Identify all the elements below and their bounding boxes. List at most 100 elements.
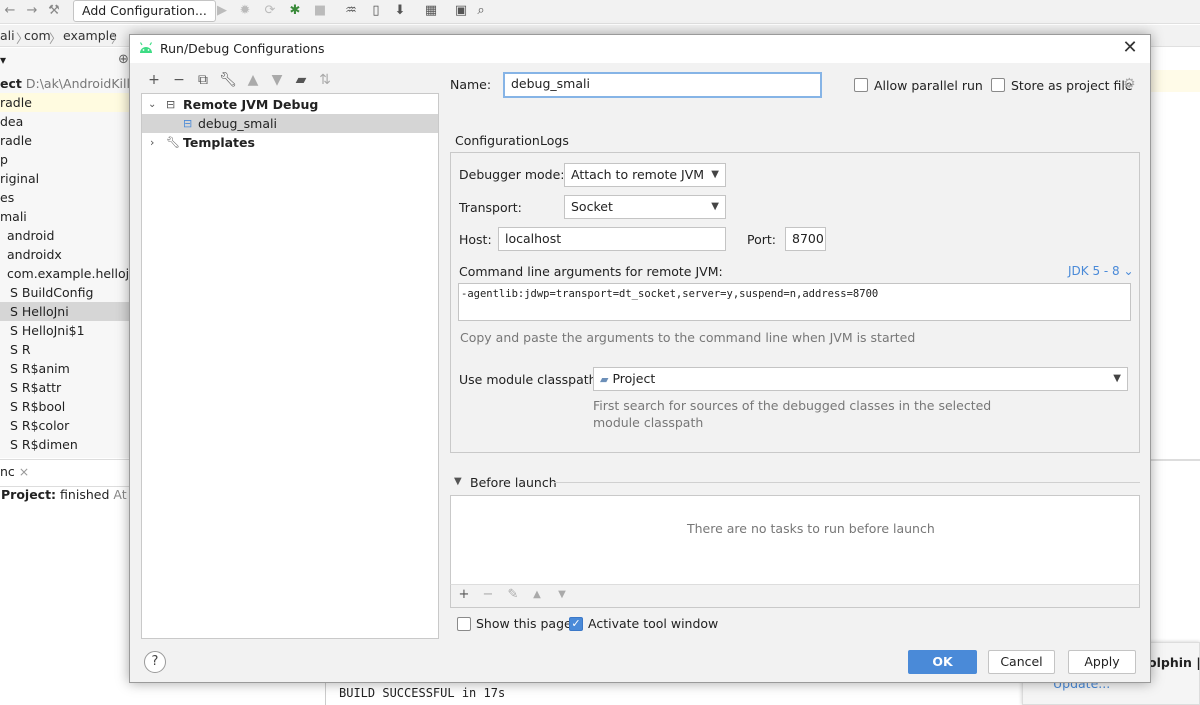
tree-item[interactable]: S HelloJni$1 <box>0 321 130 340</box>
name-field[interactable]: debug_smali <box>503 72 822 98</box>
attach-debugger-icon[interactable]: ✱ <box>287 3 303 19</box>
move-up-icon[interactable]: ▲ <box>244 71 262 89</box>
show-page-label[interactable]: Show this page <box>476 616 572 631</box>
debugger-mode-label: Debugger mode: <box>459 167 565 182</box>
transport-value: Socket <box>571 199 613 214</box>
activate-tool-window-checkbox[interactable]: ✓ <box>569 617 583 631</box>
tree-group-templates[interactable]: › 🔧︎ Templates <box>142 133 438 152</box>
tree-item[interactable]: S R$bool <box>0 397 130 416</box>
collapse-icon[interactable]: ▼ <box>454 476 462 487</box>
gear-icon[interactable]: ⚙ <box>1123 76 1136 92</box>
breadcrumb-item[interactable]: example <box>63 28 117 43</box>
move-down-icon[interactable]: ▼ <box>268 71 286 89</box>
project-structure-icon[interactable]: ▦ <box>423 3 439 19</box>
search-icon[interactable]: ⌕ <box>473 3 489 19</box>
add-icon[interactable]: + <box>456 587 472 603</box>
dialog-title: Run/Debug Configurations <box>160 41 325 56</box>
ide-toolbar: ← → ⚒ Add Configuration... ▶ ✹ ⟳ ✱ ■ ♒ ▯… <box>0 0 1200 24</box>
tree-item[interactable]: com.example.hellojni <box>0 264 130 283</box>
sync-gradle-icon[interactable]: ♒ <box>343 3 359 19</box>
forward-arrow-icon[interactable]: → <box>24 3 40 19</box>
store-project-label[interactable]: Store as project file <box>1011 78 1133 93</box>
tree-item[interactable]: dea <box>0 112 130 131</box>
copy-icon[interactable]: ⧉ <box>194 71 212 89</box>
folder-icon[interactable]: ▰ <box>292 71 310 89</box>
module-classpath-value: Project <box>612 371 656 386</box>
dialog-title-bar: Run/Debug Configurations ✕ <box>130 35 1150 63</box>
tree-item[interactable]: radle <box>0 93 130 112</box>
tree-group-label: Remote JVM Debug <box>183 97 319 112</box>
tab-logs[interactable]: Logs <box>535 127 574 155</box>
sort-icon[interactable]: ⇅ <box>316 71 334 89</box>
breadcrumb-item[interactable]: com <box>24 28 51 43</box>
chevron-down-icon[interactable]: ⌄ <box>148 95 156 114</box>
ok-button[interactable]: OK <box>908 650 977 674</box>
project-root-row[interactable]: ect D:\ak\AndroidKiller_ <box>0 74 130 93</box>
port-label: Port: <box>747 232 776 247</box>
back-arrow-icon[interactable]: ← <box>2 3 18 19</box>
tree-item[interactable]: p <box>0 150 130 169</box>
layout-inspector-icon[interactable]: ▣ <box>453 3 469 19</box>
add-configuration-button[interactable]: Add Configuration... <box>73 0 216 22</box>
tree-item[interactable]: S BuildConfig <box>0 283 130 302</box>
android-icon <box>139 42 153 53</box>
tree-item[interactable]: riginal <box>0 169 130 188</box>
chevron-down-icon: ⌄ <box>1123 264 1134 278</box>
show-page-checkbox[interactable] <box>457 617 471 631</box>
move-up-icon[interactable]: ▲ <box>529 587 545 603</box>
remove-icon[interactable]: − <box>480 587 496 603</box>
wrench-icon[interactable]: 🔧︎ <box>219 71 237 89</box>
port-field[interactable]: 8700 <box>785 227 826 251</box>
edit-pencil-icon[interactable]: ✎ <box>505 587 521 603</box>
chevron-right-icon[interactable]: › <box>150 133 154 152</box>
tree-item-label: debug_smali <box>198 116 277 131</box>
activate-tool-window-label[interactable]: Activate tool window <box>588 616 718 631</box>
close-icon[interactable]: ✕ <box>1120 38 1140 58</box>
add-icon[interactable]: + <box>145 71 163 89</box>
tree-item[interactable]: S HelloJni <box>0 302 130 321</box>
move-down-icon[interactable]: ▼ <box>554 587 570 603</box>
transport-select[interactable]: Socket ▼ <box>564 195 726 219</box>
cancel-button[interactable]: Cancel <box>988 650 1055 674</box>
tree-item[interactable]: S R$anim <box>0 359 130 378</box>
debug-icon[interactable]: ✹ <box>237 3 253 19</box>
breadcrumb-item[interactable]: ali <box>0 28 15 43</box>
tree-item[interactable]: androidx <box>0 245 130 264</box>
tree-item[interactable]: radle <box>0 131 130 150</box>
breadcrumb-separator: 〉 <box>49 31 62 46</box>
tree-item[interactable]: S R$attr <box>0 378 130 397</box>
help-button[interactable]: ? <box>144 651 166 673</box>
sdk-manager-icon[interactable]: ⬇ <box>392 3 408 19</box>
profile-icon[interactable]: ⟳ <box>262 3 278 19</box>
host-field[interactable]: localhost <box>498 227 726 251</box>
remove-icon[interactable]: − <box>170 71 188 89</box>
sync-tab[interactable]: nc × <box>0 464 29 479</box>
dropdown-caret-icon[interactable]: ▾ <box>0 53 6 67</box>
tree-item-debug-smali[interactable]: ⊟ debug_smali <box>142 114 438 133</box>
locate-icon[interactable]: ⊕ <box>118 52 129 67</box>
dropdown-caret-icon: ▼ <box>1113 373 1121 384</box>
dropdown-caret-icon: ▼ <box>711 169 719 180</box>
run-icon[interactable]: ▶ <box>214 3 230 19</box>
before-launch-label[interactable]: Before launch <box>470 475 557 490</box>
tree-item[interactable]: S R$dimen <box>0 435 130 454</box>
build-hammer-icon[interactable]: ⚒ <box>46 3 62 19</box>
tree-item[interactable]: S R <box>0 340 130 359</box>
stop-icon[interactable]: ■ <box>312 3 328 19</box>
allow-parallel-label[interactable]: Allow parallel run <box>874 78 983 93</box>
tree-item[interactable]: es <box>0 188 130 207</box>
allow-parallel-checkbox[interactable] <box>854 78 868 92</box>
folder-icon: ▰ <box>600 373 609 386</box>
module-classpath-select[interactable]: ▰ Project ▼ <box>593 367 1128 391</box>
tree-item[interactable]: S R$color <box>0 416 130 435</box>
tree-item[interactable]: mali <box>0 207 130 226</box>
command-line-args-field[interactable]: -agentlib:jdwp=transport=dt_socket,serve… <box>458 283 1131 321</box>
tree-group-remote-jvm-debug[interactable]: ⌄ ⊟ Remote JVM Debug <box>142 95 438 114</box>
apply-button[interactable]: Apply <box>1068 650 1136 674</box>
debugger-mode-select[interactable]: Attach to remote JVM ▼ <box>564 163 726 187</box>
device-manager-icon[interactable]: ▯ <box>368 3 384 19</box>
store-project-checkbox[interactable] <box>991 78 1005 92</box>
configurations-tree: ⌄ ⊟ Remote JVM Debug ⊟ debug_smali › 🔧︎ … <box>141 93 439 639</box>
tree-item[interactable]: android <box>0 226 130 245</box>
jdk-version-link[interactable]: JDK 5 - 8 ⌄ <box>1068 264 1134 278</box>
